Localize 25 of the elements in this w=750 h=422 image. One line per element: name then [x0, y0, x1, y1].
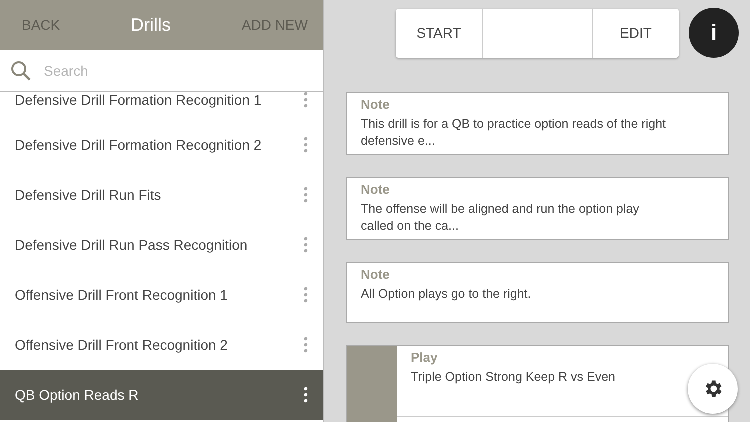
card-text: Triple Option Strong Keep R vs Even [411, 369, 616, 386]
drill-list-item[interactable]: Offensive Drill Front Recognition 2 [0, 320, 323, 370]
drill-list-item[interactable]: Defensive Drill Run Pass Recognition [0, 220, 323, 270]
card-text: All Option plays go to the right. [361, 286, 532, 303]
play-card[interactable]: Play Triple Option Strong Keep R vs Even [346, 345, 729, 422]
note-card[interactable]: Note This drill is for a QB to practice option reads of the right defensive e... [346, 92, 729, 155]
drill-list-item[interactable]: Offensive Drill Front Recognition 1 [0, 270, 323, 320]
more-icon[interactable] [304, 387, 308, 403]
start-button[interactable]: START [396, 8, 482, 58]
info-button[interactable]: i [689, 8, 739, 58]
card-text: This drill is for a QB to practice option reads of the right defensive e... [361, 116, 667, 150]
card-label: Note [361, 97, 391, 112]
drill-list-item[interactable]: Defensive Drill Run Fits [0, 170, 323, 220]
header-title: Drills [131, 14, 171, 36]
drill-list-item[interactable]: QB Option Reads R [0, 370, 323, 420]
note-card[interactable]: Note The offense will be aligned and run the option play called on the ca... [346, 177, 729, 240]
card-label: Note [361, 182, 391, 197]
card-label: Note [361, 267, 391, 282]
search-icon [10, 60, 32, 82]
drill-list-item[interactable]: Defensive Drill Formation Recognition 1 [0, 92, 323, 120]
note-card[interactable]: Note All Option plays go to the right. [346, 262, 729, 323]
card-label: Play [411, 350, 439, 365]
drill-list-item[interactable]: Defensive Drill Formation Recognition 2 [0, 120, 323, 170]
edit-button[interactable]: EDIT [593, 8, 679, 58]
card-text: The offense will be aligned and run the option play called on the ca... [361, 201, 640, 235]
